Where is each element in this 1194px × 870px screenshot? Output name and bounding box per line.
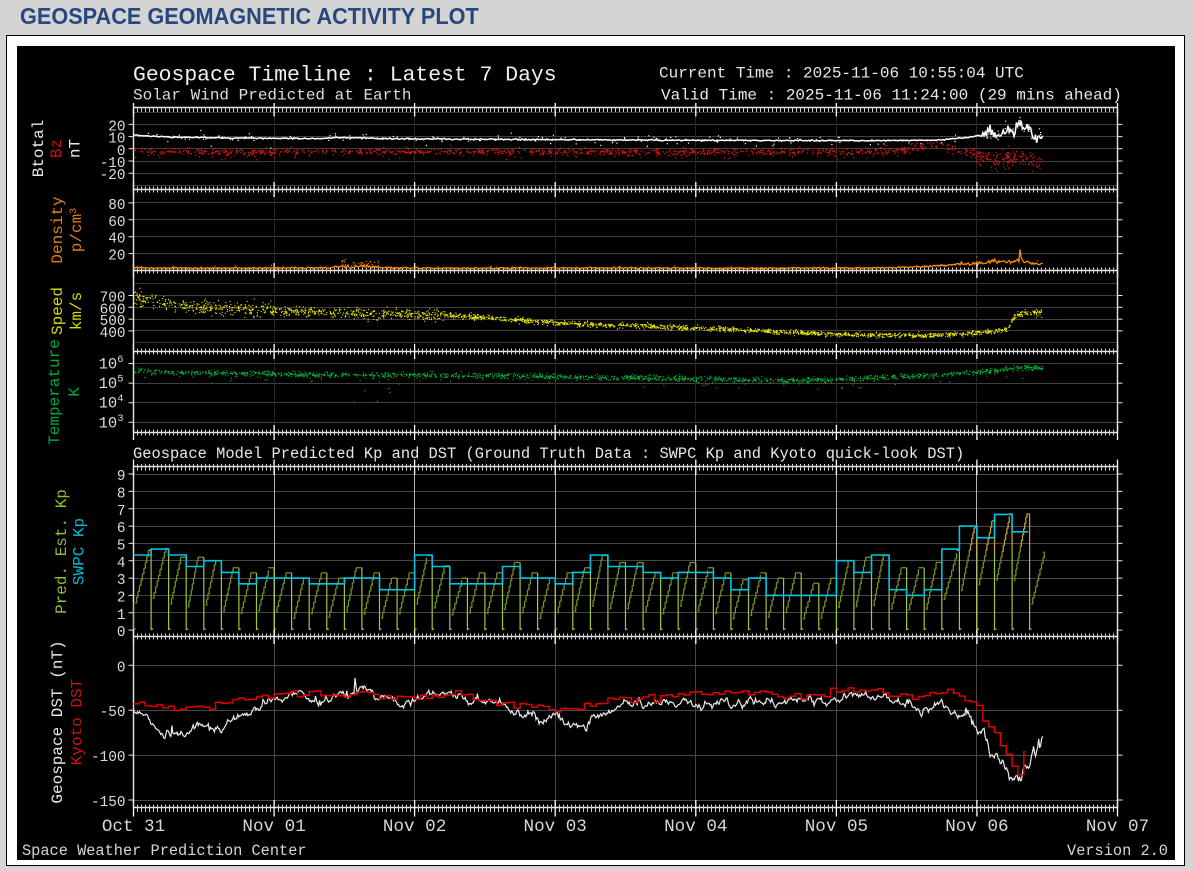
svg-text:Kyoto DST: Kyoto DST	[68, 679, 86, 765]
svg-text:5: 5	[117, 538, 126, 554]
svg-text:-50: -50	[100, 705, 126, 721]
svg-text:K: K	[66, 387, 84, 397]
svg-text:Speed: Speed	[49, 287, 67, 335]
svg-text:Density: Density	[49, 196, 67, 264]
svg-text:6: 6	[117, 521, 126, 537]
svg-text:400: 400	[100, 326, 126, 342]
svg-text:Geospace Model Predicted Kp an: Geospace Model Predicted Kp and DST (Gro…	[133, 445, 964, 463]
svg-text:SWPC Kp: SWPC Kp	[70, 518, 88, 585]
svg-text:7: 7	[117, 504, 126, 520]
svg-text:20: 20	[108, 249, 125, 265]
svg-text:Nov 01: Nov 01	[242, 817, 305, 837]
svg-text:60: 60	[108, 215, 125, 231]
svg-text:4: 4	[117, 556, 126, 572]
svg-text:Nov 05: Nov 05	[805, 817, 868, 837]
svg-text:80: 80	[108, 198, 125, 214]
svg-text:km/s: km/s	[68, 292, 86, 330]
svg-text:9: 9	[117, 469, 126, 485]
svg-text:0: 0	[117, 625, 126, 641]
svg-text:-100: -100	[91, 750, 126, 766]
svg-text:106: 106	[99, 354, 124, 374]
svg-text:Nov 04: Nov 04	[664, 817, 727, 837]
svg-text:Nov 02: Nov 02	[383, 817, 446, 837]
svg-text:Space Weather Prediction Cente: Space Weather Prediction Center	[22, 842, 307, 860]
svg-text:Geospace Timeline : Latest 7 D: Geospace Timeline : Latest 7 Days	[133, 64, 557, 88]
svg-text:3: 3	[117, 573, 126, 589]
svg-text:Oct 31: Oct 31	[102, 817, 165, 837]
svg-text:40: 40	[108, 232, 125, 248]
svg-text:Current Time : 2025-11-06 10:5: Current Time : 2025-11-06 10:55:04 UTC	[659, 65, 1024, 83]
svg-text:Pred. Est. Kp: Pred. Est. Kp	[53, 489, 71, 614]
svg-text:0: 0	[117, 660, 126, 676]
svg-text:nT: nT	[66, 139, 84, 158]
svg-text:Valid Time : 2025-11-06 11:24:: Valid Time : 2025-11-06 11:24:00 (29 min…	[661, 87, 1122, 105]
svg-text:Nov 03: Nov 03	[524, 817, 587, 837]
svg-text:Btotal: Btotal	[30, 120, 48, 178]
svg-text:Version 2.0: Version 2.0	[1067, 842, 1168, 860]
svg-text:103: 103	[99, 413, 124, 433]
svg-text:1: 1	[117, 608, 126, 624]
svg-text:p/cm3: p/cm3	[68, 208, 86, 252]
svg-text:Bz: Bz	[48, 139, 66, 158]
svg-text:Geospace DST (nT): Geospace DST (nT)	[49, 640, 67, 803]
svg-text:104: 104	[99, 393, 124, 413]
svg-text:-20: -20	[100, 168, 126, 184]
svg-text:Nov 07: Nov 07	[1086, 817, 1149, 837]
svg-text:-150: -150	[91, 795, 126, 811]
svg-text:Temperature: Temperature	[46, 339, 64, 445]
svg-text:Solar Wind Predicted at Earth: Solar Wind Predicted at Earth	[133, 87, 411, 105]
svg-text:2: 2	[117, 591, 126, 607]
svg-text:Nov 06: Nov 06	[945, 817, 1008, 837]
svg-text:8: 8	[117, 486, 126, 502]
svg-text:105: 105	[99, 374, 124, 394]
